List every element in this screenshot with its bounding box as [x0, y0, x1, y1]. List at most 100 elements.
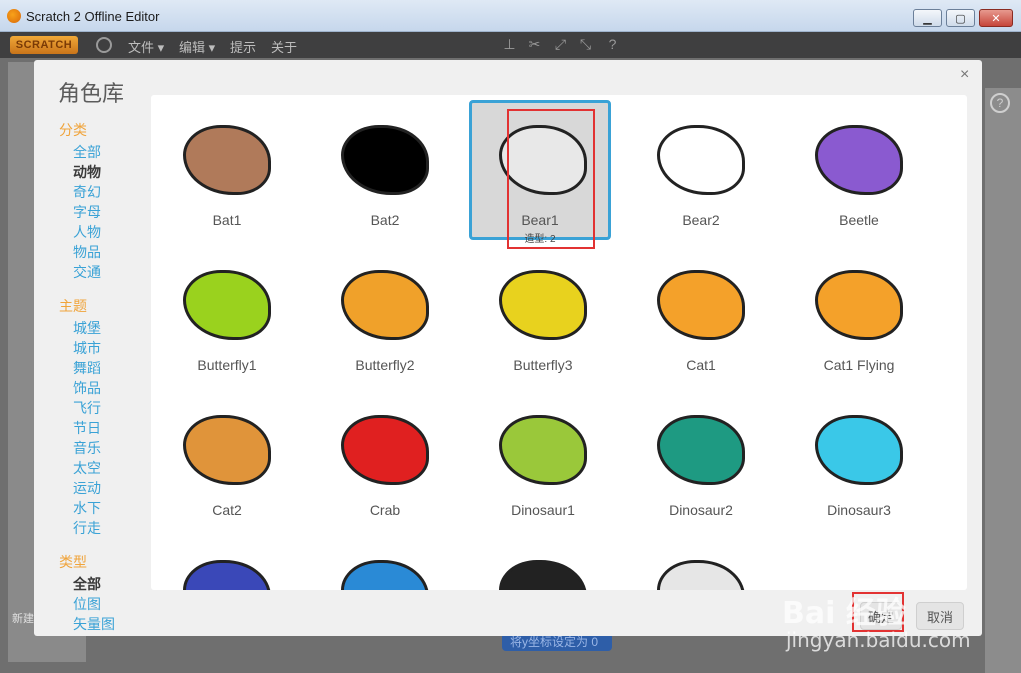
sprite-image	[341, 125, 429, 195]
theme-heading: 主题	[59, 298, 87, 314]
sprite-tile[interactable]: Dinosaur2	[630, 393, 772, 533]
sprite-image	[499, 270, 587, 340]
sprite-tile[interactable]: Bat2	[314, 103, 456, 243]
minimize-button[interactable]: ▁	[913, 9, 942, 27]
sprite-name: Cat2	[212, 502, 242, 518]
sprite-tile[interactable]: Cat1 Flying	[788, 248, 930, 388]
sprite-name: Dinosaur1	[511, 502, 575, 518]
sprite-name: Bat1	[212, 212, 242, 228]
sprite-thumbnail	[482, 544, 604, 590]
theme-city[interactable]: 城市	[59, 338, 159, 358]
sprite-tile[interactable]: Beetle	[788, 103, 930, 243]
sprite-tile[interactable]	[472, 538, 614, 590]
sprite-image	[815, 270, 903, 340]
theme-walking[interactable]: 行走	[59, 518, 159, 538]
type-heading: 类型	[59, 554, 87, 570]
theme-dance[interactable]: 舞蹈	[59, 358, 159, 378]
help-tool-icon[interactable]: ?	[604, 36, 621, 53]
sprite-thumbnail	[482, 399, 604, 501]
type-bitmap[interactable]: 位图	[59, 594, 159, 614]
sprite-tile[interactable]: Cat1	[630, 248, 772, 388]
category-all[interactable]: 全部	[59, 142, 159, 162]
sprite-image	[183, 415, 271, 485]
type-all[interactable]: 全部	[59, 574, 159, 594]
menu-about[interactable]: 关于	[271, 37, 297, 56]
category-animals[interactable]: 动物	[59, 162, 159, 182]
duplicate-stamp-icon[interactable]: ⊥	[501, 36, 518, 53]
delete-scissors-icon[interactable]: ✂	[526, 36, 543, 53]
close-window-button[interactable]: ✕	[979, 9, 1013, 27]
library-sidebar: 分类 全部 动物 奇幻 字母 人物 物品 交通 主题 城堡 城市 舞蹈 饰品 飞…	[59, 120, 159, 634]
sprite-tile[interactable]: Butterfly1	[156, 248, 298, 388]
globe-icon[interactable]	[96, 37, 112, 53]
help-icon[interactable]: ?	[990, 93, 1010, 113]
sprite-image	[341, 270, 429, 340]
sprite-name: Cat1 Flying	[823, 357, 895, 373]
sprite-thumbnail	[482, 254, 604, 356]
sprite-tile[interactable]: Crab	[314, 393, 456, 533]
menu-tips[interactable]: 提示	[230, 37, 256, 56]
sprite-thumbnail	[798, 399, 920, 501]
sprite-tile[interactable]	[314, 538, 456, 590]
sprite-thumbnail	[640, 254, 762, 356]
grow-icon[interactable]: ⤢	[552, 36, 569, 53]
category-letters[interactable]: 字母	[59, 202, 159, 222]
window-titlebar: Scratch 2 Offline Editor ▁ ▢ ✕	[0, 0, 1021, 32]
sprite-tile[interactable]: Bear2	[630, 103, 772, 243]
sprite-thumbnail	[324, 544, 446, 590]
sprite-image	[183, 125, 271, 195]
shrink-icon[interactable]: ⤡	[577, 36, 594, 53]
sprite-name: Bat2	[370, 212, 400, 228]
theme-music[interactable]: 音乐	[59, 438, 159, 458]
sprite-thumbnail	[798, 109, 920, 211]
sprite-image	[657, 125, 745, 195]
sprite-name: Bear2	[682, 212, 720, 228]
scratch-logo[interactable]: SCRATCH	[10, 36, 78, 54]
sprite-tile[interactable]: Dinosaur1	[472, 393, 614, 533]
menu-file[interactable]: 文件 ▾	[128, 37, 164, 56]
sprite-image	[657, 270, 745, 340]
theme-underwater[interactable]: 水下	[59, 498, 159, 518]
sprite-image	[657, 560, 745, 590]
category-things[interactable]: 物品	[59, 242, 159, 262]
sprite-name: Dinosaur3	[827, 502, 891, 518]
sprite-name: Beetle	[839, 212, 879, 228]
sprite-thumbnail	[166, 109, 288, 211]
cancel-button[interactable]: 取消	[916, 602, 964, 630]
sprite-thumbnail	[640, 399, 762, 501]
sprite-image	[815, 415, 903, 485]
sprite-tile[interactable]	[156, 538, 298, 590]
theme-flying[interactable]: 飞行	[59, 398, 159, 418]
theme-holiday[interactable]: 节日	[59, 418, 159, 438]
menu-edit[interactable]: 编辑 ▾	[179, 37, 215, 56]
theme-castle[interactable]: 城堡	[59, 318, 159, 338]
maximize-button[interactable]: ▢	[946, 9, 975, 27]
sprite-thumbnail	[324, 254, 446, 356]
sprite-image	[815, 125, 903, 195]
sprite-image	[499, 415, 587, 485]
sprite-tile[interactable]: Cat2	[156, 393, 298, 533]
theme-space[interactable]: 太空	[59, 458, 159, 478]
category-transportation[interactable]: 交通	[59, 262, 159, 282]
sprite-tile[interactable]: Bat1	[156, 103, 298, 243]
sprite-thumbnail	[166, 399, 288, 501]
theme-sports[interactable]: 运动	[59, 478, 159, 498]
sprite-image	[657, 415, 745, 485]
scratch-cat-icon	[7, 9, 21, 23]
category-fantasy[interactable]: 奇幻	[59, 182, 159, 202]
type-vector[interactable]: 矢量图	[59, 614, 159, 634]
watermark-url: jingyan.baidu.com	[786, 628, 971, 652]
sprite-name: Butterfly3	[513, 357, 573, 373]
sprite-image	[183, 560, 271, 590]
theme-dress-up[interactable]: 饰品	[59, 378, 159, 398]
sprite-tile[interactable]: Butterfly2	[314, 248, 456, 388]
sprite-thumbnail	[166, 254, 288, 356]
sprite-tile[interactable]	[630, 538, 772, 590]
sprite-image	[499, 560, 587, 590]
close-icon[interactable]: ×	[960, 66, 969, 84]
sprite-tile[interactable]: Butterfly3	[472, 248, 614, 388]
category-people[interactable]: 人物	[59, 222, 159, 242]
sprite-image	[341, 415, 429, 485]
sprite-thumbnail	[324, 399, 446, 501]
sprite-tile[interactable]: Dinosaur3	[788, 393, 930, 533]
